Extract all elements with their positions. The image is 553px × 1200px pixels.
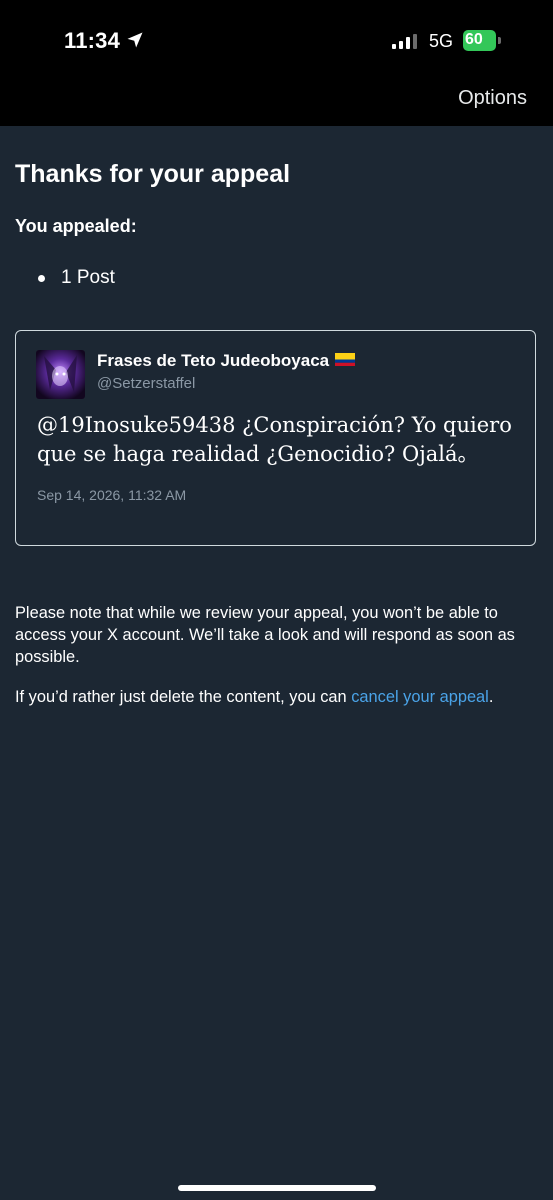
- battery-level: 60: [465, 31, 483, 48]
- author-handle: @Setzerstaffel: [97, 375, 196, 392]
- status-time: 11:34: [64, 28, 121, 53]
- cellular-signal-icon: [392, 34, 418, 49]
- status-bar: 11:34 5G 60 Options: [0, 0, 553, 126]
- appealed-post-card[interactable]: Frases de Teto Judeoboyaca @Setzerstaffe…: [15, 330, 536, 546]
- bullet-icon: [38, 275, 45, 282]
- battery-charging-icon: 60: [463, 30, 501, 51]
- avatar: [36, 350, 85, 399]
- appealed-item-label: 1 Post: [61, 267, 115, 288]
- network-type: 5G: [429, 31, 454, 51]
- post-text: @19Inosuke59438 ¿Conspiración? Yo quiero…: [37, 413, 512, 466]
- post-author[interactable]: Frases de Teto Judeoboyaca: [97, 351, 356, 371]
- colombia-flag-icon: [335, 353, 356, 367]
- options-button[interactable]: Options: [458, 87, 527, 110]
- review-notice: Please note that while we review your ap…: [15, 604, 515, 666]
- cancel-suffix: .: [488, 688, 494, 706]
- post-timestamp: Sep 14, 2026, 11:32 AM: [37, 487, 187, 503]
- page-title: Thanks for your appeal: [15, 160, 291, 188]
- location-arrow-icon: [127, 32, 143, 48]
- cancel-notice: If you’d rather just delete the content,…: [15, 686, 545, 708]
- cancel-prefix: If you’d rather just delete the content,…: [15, 688, 352, 706]
- home-indicator[interactable]: [178, 1185, 376, 1191]
- cancel-appeal-link[interactable]: cancel your appeal: [351, 688, 489, 706]
- appealed-label: You appealed:: [15, 216, 137, 236]
- author-name: Frases de Teto Judeoboyaca: [97, 351, 330, 370]
